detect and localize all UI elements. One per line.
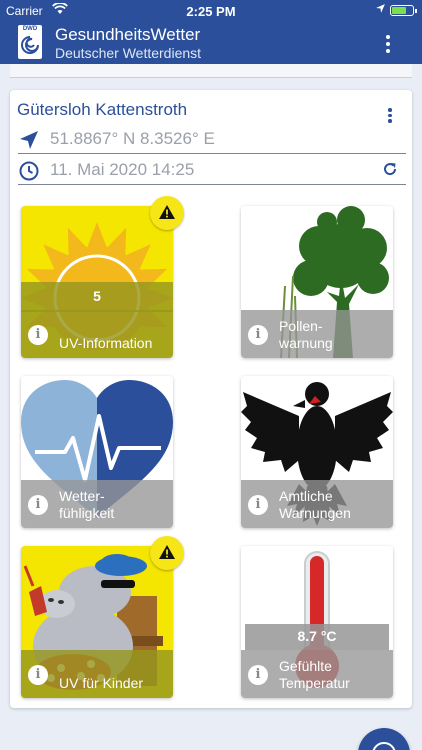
- clock-icon: [18, 160, 40, 187]
- felt-temperature-value: 8.7 °C: [297, 628, 337, 644]
- info-icon[interactable]: i: [28, 495, 48, 515]
- tile-label: UV für Kinder: [59, 675, 144, 691]
- info-icon[interactable]: i: [28, 325, 48, 345]
- info-icon[interactable]: i: [248, 325, 268, 345]
- card-menu-icon[interactable]: [384, 106, 396, 126]
- datetime-text: 11. Mai 2020 14:25: [50, 160, 195, 179]
- location-card: Gütersloh Kattenstroth 51.8867° N 8.3526…: [10, 90, 412, 708]
- coordinates-text: 51.8867° N 8.3526° E: [50, 129, 215, 148]
- tile-uv-fuer-kinder[interactable]: i UV für Kinder: [21, 546, 173, 698]
- dwd-logo: DWD: [18, 25, 42, 59]
- tile-uv-information[interactable]: 5 i UV-Information: [21, 206, 173, 358]
- tile-label: Pollen- warnung: [279, 318, 333, 351]
- warning-badge: [150, 536, 184, 570]
- tile-pollenwarnung[interactable]: i Pollen- warnung: [241, 206, 393, 358]
- warning-icon: [159, 545, 175, 559]
- coordinates-row: 51.8867° N 8.3526° E: [18, 126, 406, 154]
- info-icon[interactable]: i: [248, 495, 268, 515]
- battery-icon: [390, 4, 417, 16]
- more-options-icon[interactable]: [378, 32, 398, 56]
- info-icon[interactable]: i: [28, 665, 48, 685]
- refresh-icon[interactable]: [382, 161, 398, 182]
- location-name: Gütersloh Kattenstroth: [17, 100, 188, 119]
- floating-action-button[interactable]: [358, 728, 410, 750]
- help-icon: [372, 742, 396, 750]
- warning-badge: [150, 196, 184, 230]
- status-bar: Carrier 2:25 PM: [0, 0, 422, 22]
- app-bar: DWD GesundheitsWetter Deutscher Wetterdi…: [0, 22, 422, 64]
- previous-card-edge: [10, 64, 412, 78]
- info-icon[interactable]: i: [248, 665, 268, 685]
- status-time: 2:25 PM: [186, 4, 236, 19]
- app-title: GesundheitsWetter: [55, 25, 201, 44]
- navigation-arrow-icon: [18, 129, 40, 156]
- tile-label: Amtliche Warnungen: [279, 488, 351, 521]
- tile-label: Gefühlte Temperatur: [279, 658, 350, 691]
- logo-text: DWD: [22, 26, 38, 32]
- tile-label: UV-Information: [59, 335, 153, 351]
- tile-label: Wetter- fühligkeit: [59, 488, 115, 521]
- uv-index-value: 5: [93, 288, 101, 304]
- tile-wetterfuehligkeit[interactable]: i Wetter- fühligkeit: [21, 376, 173, 528]
- datetime-row: 11. Mai 2020 14:25: [18, 157, 406, 185]
- location-arrow-icon: [375, 3, 386, 17]
- app-subtitle: Deutscher Wetterdienst: [55, 45, 202, 61]
- warning-icon: [159, 205, 175, 219]
- tile-amtliche-warnungen[interactable]: i Amtliche Warnungen: [241, 376, 393, 528]
- tile-gefuehlte-temperatur[interactable]: 8.7 °C i Gefühlte Temperatur: [241, 546, 393, 698]
